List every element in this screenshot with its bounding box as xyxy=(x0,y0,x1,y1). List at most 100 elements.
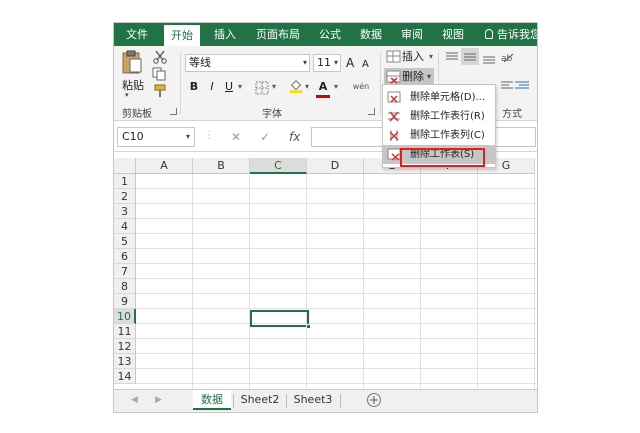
column-header-d[interactable]: D xyxy=(307,158,364,174)
insert-function-button[interactable]: fx xyxy=(289,130,300,144)
tab-data[interactable]: 数据 xyxy=(356,23,386,46)
row-header[interactable]: 11 xyxy=(114,324,136,339)
fill-handle[interactable] xyxy=(306,324,311,329)
row-header[interactable]: 3 xyxy=(114,204,136,219)
menu-item-label: 删除工作表列(C) xyxy=(410,130,485,141)
column-header-a[interactable]: A xyxy=(136,158,193,174)
chevron-down-icon: ▾ xyxy=(302,58,307,67)
column-header-b[interactable]: B xyxy=(193,158,250,174)
next-sheet-icon[interactable]: ▶ xyxy=(155,395,162,405)
column-header-c[interactable]: C xyxy=(250,158,307,174)
font-color-dropdown-icon[interactable]: ▾ xyxy=(332,78,340,96)
tab-formulas[interactable]: 公式 xyxy=(315,23,345,46)
row-header-selected[interactable]: 10 xyxy=(114,309,136,324)
insert-button[interactable]: 插入 xyxy=(402,49,424,65)
bold-button[interactable]: B xyxy=(188,78,200,96)
cut-icon[interactable] xyxy=(152,50,168,64)
tab-divider xyxy=(286,394,287,408)
sheet-tab-bar: ◀ ▶ 数据 Sheet2 Sheet3 + xyxy=(114,389,537,412)
highlight-annotation-box xyxy=(400,148,485,167)
lightbulb-icon xyxy=(485,29,493,39)
tell-me-box[interactable]: 告诉我您 xyxy=(485,23,538,46)
insert-dropdown-icon[interactable]: ▾ xyxy=(429,49,433,65)
font-name-box[interactable]: 等线 ▾ xyxy=(185,54,310,72)
row-header[interactable]: 8 xyxy=(114,279,136,294)
chevron-down-icon: ▾ xyxy=(185,132,190,141)
delete-rows-icon xyxy=(388,111,400,122)
fill-color-icon[interactable] xyxy=(288,79,304,93)
clipboard-launcher-icon[interactable] xyxy=(170,108,177,115)
cell-area[interactable] xyxy=(136,174,537,389)
row-header[interactable]: 7 xyxy=(114,264,136,279)
row-header[interactable]: 6 xyxy=(114,249,136,264)
font-launcher-icon[interactable] xyxy=(368,108,375,115)
tab-view[interactable]: 视图 xyxy=(438,23,468,46)
align-middle-button[interactable] xyxy=(461,48,479,65)
name-box[interactable]: C10 ▾ xyxy=(117,127,195,147)
cancel-formula-button[interactable]: ✕ xyxy=(231,130,241,144)
delete-button-label: 删除 xyxy=(402,70,424,83)
fill-color-dropdown-icon[interactable]: ▾ xyxy=(303,78,311,96)
align-bottom-icon[interactable] xyxy=(481,51,497,65)
delete-dropdown-icon: ▾ xyxy=(427,72,432,81)
menu-item-delete-cells[interactable]: 删除单元格(D)... xyxy=(383,88,495,107)
select-all-corner[interactable] xyxy=(114,158,136,174)
border-dropdown-icon[interactable]: ▾ xyxy=(270,78,278,96)
enter-formula-button[interactable]: ✓ xyxy=(260,130,270,144)
tab-divider xyxy=(233,394,234,408)
sheet-tab-sheet2[interactable]: Sheet2 xyxy=(235,390,285,410)
tab-page-layout[interactable]: 页面布局 xyxy=(253,23,303,46)
group-divider xyxy=(380,52,381,114)
row-header[interactable]: 9 xyxy=(114,294,136,309)
menu-item-label: 删除单元格(D)... xyxy=(410,92,486,103)
tell-me-text: 告诉我您 xyxy=(497,28,538,41)
font-color-button[interactable]: A xyxy=(317,78,329,96)
row-header[interactable]: 2 xyxy=(114,189,136,204)
format-painter-icon[interactable] xyxy=(152,84,168,98)
tab-divider xyxy=(340,394,341,408)
tab-file[interactable]: 文件 xyxy=(122,23,152,46)
delete-columns-icon xyxy=(389,130,399,141)
chevron-down-icon: ▾ xyxy=(333,58,338,67)
row-header[interactable]: 4 xyxy=(114,219,136,234)
menu-item-delete-columns[interactable]: 删除工作表列(C) xyxy=(383,126,495,145)
orientation-icon[interactable]: ab xyxy=(500,50,516,64)
underline-button[interactable]: U xyxy=(223,78,235,96)
tab-home[interactable]: 开始 xyxy=(164,25,200,46)
tab-insert[interactable]: 插入 xyxy=(210,23,240,46)
copy-icon[interactable] xyxy=(151,67,167,81)
group-divider xyxy=(180,52,181,114)
tab-review[interactable]: 审阅 xyxy=(397,23,427,46)
row-header[interactable]: 12 xyxy=(114,339,136,354)
row-header[interactable]: 5 xyxy=(114,234,136,249)
row-header[interactable]: 13 xyxy=(114,354,136,369)
phonetic-guide-button[interactable]: wén xyxy=(350,78,372,96)
italic-button[interactable]: I xyxy=(206,78,218,96)
prev-sheet-icon[interactable]: ◀ xyxy=(131,395,138,405)
paste-icon[interactable] xyxy=(122,50,142,74)
font-size-value: 11 xyxy=(317,56,331,69)
sheet-tab-data[interactable]: 数据 xyxy=(193,390,231,410)
paste-dropdown-icon[interactable]: ▾ xyxy=(125,91,129,99)
grow-font-button[interactable]: A xyxy=(346,55,354,71)
insert-cells-icon[interactable] xyxy=(386,50,402,64)
clipboard-group-label: 剪贴板 xyxy=(122,109,152,120)
active-cell-c10[interactable] xyxy=(250,310,311,329)
border-icon[interactable] xyxy=(255,81,271,95)
menu-item-label: 删除工作表行(R) xyxy=(410,111,485,122)
underline-dropdown-icon[interactable]: ▾ xyxy=(236,78,244,96)
align-top-icon[interactable] xyxy=(444,51,460,65)
formula-bar-grip-icon: ⋮ xyxy=(204,130,214,141)
font-size-box[interactable]: 11 ▾ xyxy=(313,54,341,72)
shrink-font-button[interactable]: A xyxy=(362,57,369,73)
font-group-label: 字体 xyxy=(262,109,282,120)
delete-cells-icon xyxy=(386,70,401,84)
add-sheet-icon[interactable]: + xyxy=(367,393,381,407)
alignment-group-label: 方式 xyxy=(502,109,522,120)
row-header[interactable]: 1 xyxy=(114,174,136,189)
decrease-indent-icon[interactable] xyxy=(514,79,530,93)
menu-item-delete-rows[interactable]: 删除工作表行(R) xyxy=(383,107,495,126)
row-header[interactable]: 14 xyxy=(114,369,136,384)
sheet-tab-sheet3[interactable]: Sheet3 xyxy=(288,390,338,410)
name-box-value: C10 xyxy=(122,130,144,143)
